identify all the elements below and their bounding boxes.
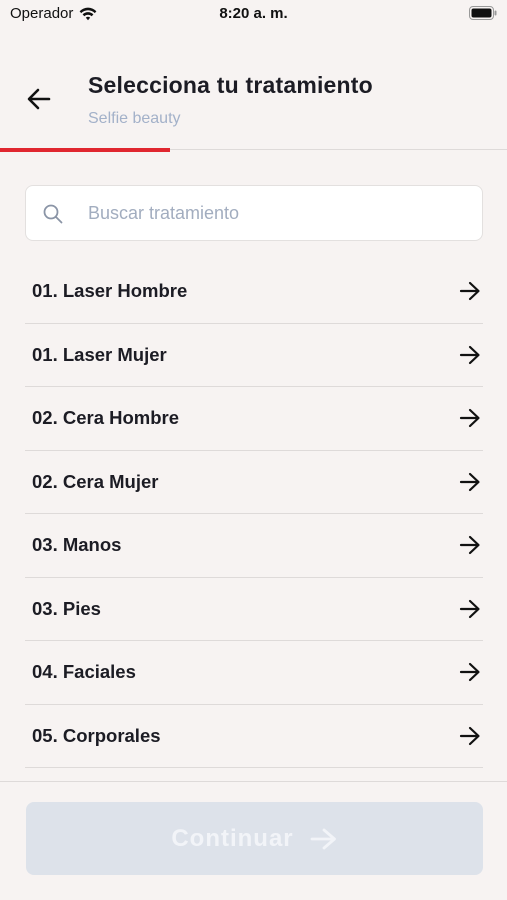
arrow-right-icon — [459, 726, 480, 745]
search-box[interactable] — [25, 185, 483, 241]
list-item-label: 01. Laser Hombre — [32, 280, 188, 302]
status-bar: Operador 8:20 a. m. — [0, 0, 507, 30]
back-button[interactable] — [22, 82, 56, 116]
header: Selecciona tu tratamiento Selfie beauty — [0, 60, 507, 150]
progress-bar — [0, 148, 507, 152]
arrow-right-icon — [459, 599, 480, 618]
search-input[interactable] — [88, 186, 468, 240]
status-time: 8:20 a. m. — [219, 5, 288, 22]
arrow-left-icon — [27, 88, 51, 110]
page-title: Selecciona tu tratamiento — [88, 72, 373, 98]
continue-label: Continuar — [171, 824, 294, 852]
list-item[interactable]: 01. Laser Hombre — [25, 260, 483, 324]
list-item[interactable]: 03. Pies — [25, 578, 483, 641]
list-item-label: 05. Corporales — [32, 724, 161, 746]
list-item[interactable]: 02. Cera Mujer — [25, 451, 483, 514]
arrow-right-icon — [459, 345, 480, 364]
list-item-label: 02. Cera Hombre — [32, 407, 180, 429]
progress-fill — [0, 148, 170, 152]
arrow-right-icon — [459, 282, 480, 301]
battery-icon — [469, 6, 497, 20]
list-item[interactable]: 02. Cera Hombre — [25, 387, 483, 451]
arrow-right-icon — [459, 472, 480, 491]
treatment-list: 01. Laser Hombre 01. Laser Mujer 02. Cer… — [25, 260, 483, 768]
search-icon — [43, 204, 63, 224]
list-item-label: 03. Pies — [32, 597, 101, 619]
continue-button[interactable]: Continuar — [26, 802, 483, 875]
list-item-label: 04. Faciales — [32, 661, 136, 683]
arrow-right-icon — [459, 409, 480, 428]
list-item[interactable]: 03. Manos — [25, 514, 483, 578]
list-item[interactable]: 05. Corporales — [25, 705, 483, 768]
list-item-label: 03. Manos — [32, 534, 122, 556]
arrow-right-icon — [310, 828, 336, 849]
footer-divider — [0, 781, 507, 782]
arrow-right-icon — [459, 663, 480, 682]
list-item[interactable]: 04. Faciales — [25, 641, 483, 705]
list-item-label: 02. Cera Mujer — [32, 470, 159, 492]
list-item[interactable]: 01. Laser Mujer — [25, 324, 483, 387]
list-item-label: 01. Laser Mujer — [32, 343, 167, 365]
arrow-right-icon — [459, 536, 480, 555]
page-subtitle: Selfie beauty — [88, 110, 181, 127]
